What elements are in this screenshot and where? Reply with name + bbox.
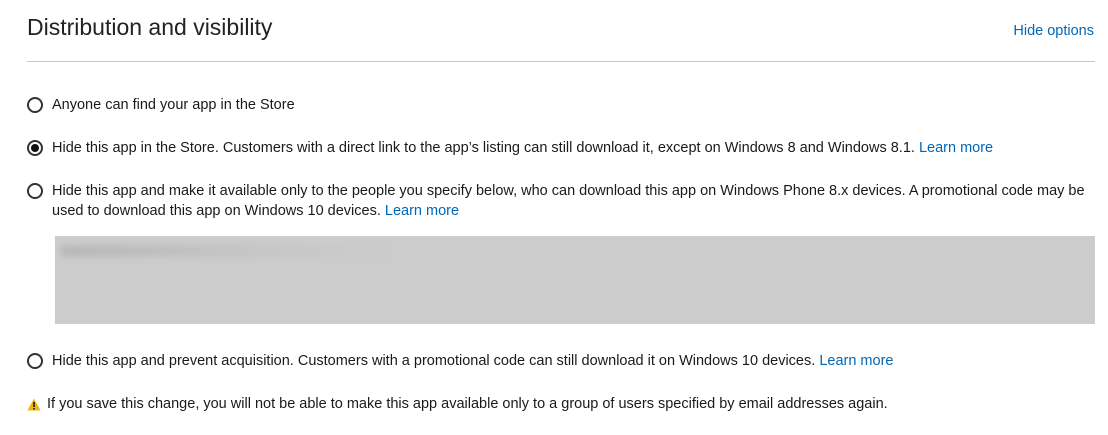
option-label: Anyone can find your app in the Store [52,97,295,113]
learn-more-link[interactable]: Learn more [919,140,993,156]
warning-icon [27,398,41,410]
divider [27,61,1095,62]
warning-message: If you save this change, you will not be… [27,396,888,412]
email-list-textarea[interactable] [55,236,1095,324]
hide-options-link[interactable]: Hide options [1013,23,1094,39]
learn-more-link[interactable]: Learn more [819,353,893,369]
visibility-option-hidden-direct-link[interactable]: Hide this app in the Store. Customers wi… [27,138,1094,158]
radio-button-selected[interactable] [27,140,43,156]
option-label: Hide this app and prevent acquisition. C… [52,353,894,369]
visibility-option-specific-people[interactable]: Hide this app and make it available only… [27,181,1094,221]
radio-button[interactable] [27,353,43,369]
learn-more-link[interactable]: Learn more [385,203,459,219]
section-title: Distribution and visibility [27,14,273,40]
option-label: Hide this app in the Store. Customers wi… [52,140,994,156]
radio-button[interactable] [27,183,43,199]
redacted-content [61,245,401,257]
option-label: Hide this app and make it available only… [52,183,1085,219]
warning-text: If you save this change, you will not be… [47,396,888,412]
visibility-option-prevent-acquisition[interactable]: Hide this app and prevent acquisition. C… [27,351,1094,371]
radio-button[interactable] [27,97,43,113]
visibility-option-public[interactable]: Anyone can find your app in the Store [27,95,1094,115]
